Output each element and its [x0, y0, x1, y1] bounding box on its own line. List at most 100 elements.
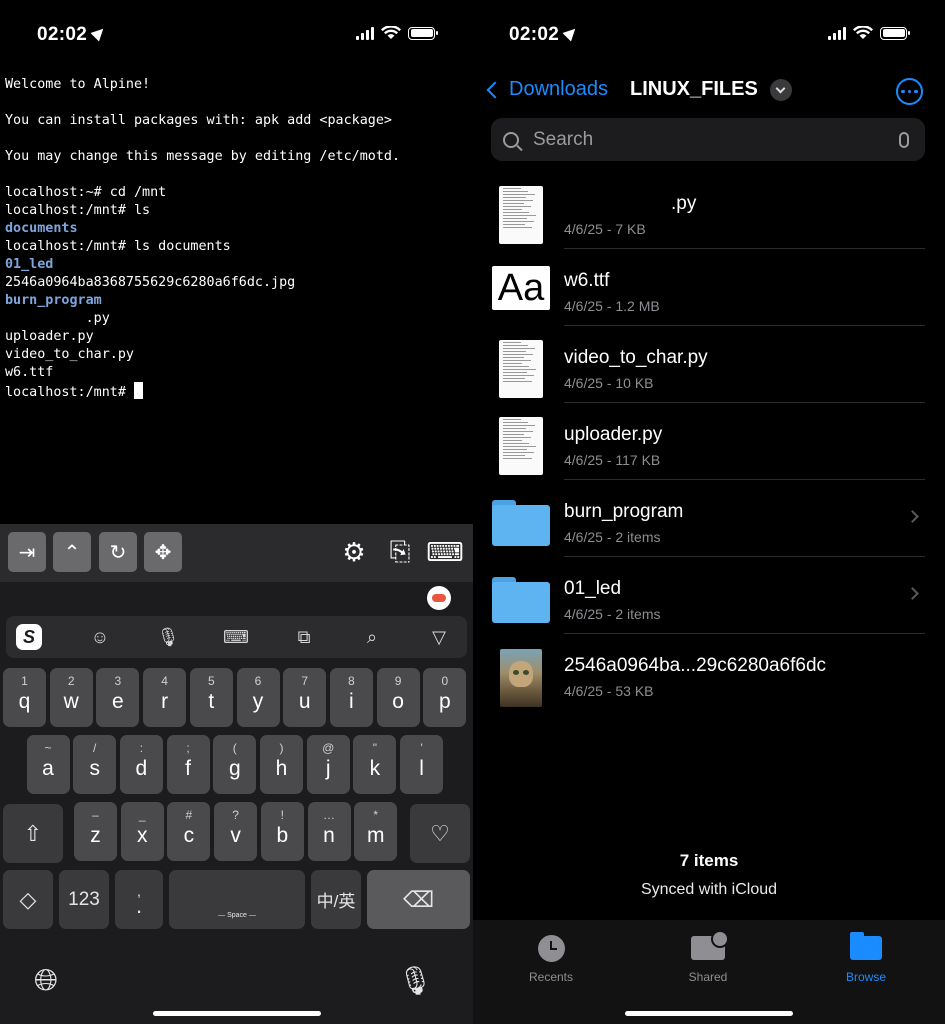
key-g[interactable]: (g	[213, 735, 257, 794]
key-secondary-label: (	[232, 741, 237, 755]
key-r[interactable]: 4r	[143, 668, 187, 727]
key-h[interactable]: ) h	[260, 735, 303, 794]
backspace-key-icon[interactable]: ⌫	[367, 870, 470, 929]
keyboard-layout-icon[interactable]: ⌨	[221, 622, 251, 652]
key-label: l	[419, 757, 424, 780]
key-secondary-label: "	[372, 741, 378, 755]
terminal-dir-line: burn_program	[5, 293, 102, 308]
key-label: k	[369, 757, 381, 780]
folder-row[interactable]: 01_led 4/6/25 - 2 items	[473, 557, 945, 634]
key-secondary-label: 2	[67, 674, 75, 688]
terminal-output[interactable]: Welcome to Alpine! You can install packag…	[5, 76, 468, 400]
terminal-extra-keys: ⇥ ⌃ ↻ ✥ ⚙ ⎘ ⌨	[0, 524, 473, 582]
microphone-icon[interactable]	[899, 131, 909, 148]
ime-mascot-icon[interactable]	[427, 586, 451, 610]
language-switch-key[interactable]: 中/英	[311, 870, 361, 929]
voice-input-icon[interactable]: 🎙︎	[153, 622, 183, 652]
file-row[interactable]: 2546a0964ba...29c6280a6f6dc 4/6/25 - 53 K…	[473, 634, 945, 711]
history-icon[interactable]: ↻	[99, 532, 137, 572]
home-indicator	[152, 1011, 321, 1016]
sogou-logo-icon[interactable]: S	[16, 624, 42, 650]
location-arrow-icon	[562, 24, 580, 42]
font-thumbnail-icon: Aa	[492, 266, 550, 310]
file-list: .py 4/6/25 - 7 KB Aa w6.ttf 4/6/25 - 1.2 MB v…	[473, 172, 945, 711]
key-label: y	[252, 690, 264, 713]
key-z[interactable]: – z	[74, 802, 117, 861]
file-row[interactable]: uploader.py 4/6/25 - 117 KB	[473, 403, 945, 480]
tab-bar: Recents Shared Browse	[473, 920, 945, 1024]
wifi-icon	[381, 26, 401, 39]
key-u[interactable]: 7u	[283, 668, 327, 727]
emoji-icon[interactable]: ☺	[85, 622, 115, 652]
space-key[interactable]: — Space —	[169, 870, 305, 929]
folder-row[interactable]: burn_program 4/6/25 - 2 items	[473, 480, 945, 557]
key-p[interactable]: 0p	[423, 668, 467, 727]
key-t[interactable]: 5t	[189, 668, 233, 727]
search-icon[interactable]: ⌕	[357, 622, 387, 652]
clipboard-icon[interactable]: ⎘	[382, 534, 418, 570]
file-meta: 4/6/25 - 2 items	[564, 606, 661, 622]
key-k[interactable]: " k	[353, 735, 397, 794]
ctrl-key-icon[interactable]: ⌃	[53, 532, 91, 572]
translate-icon[interactable]: ⧉	[289, 622, 319, 652]
diamond-key-icon[interactable]: ◇	[3, 870, 53, 929]
status-icons	[356, 26, 438, 40]
key-s[interactable]: / s	[73, 735, 117, 794]
key-secondary-label: )	[279, 741, 284, 755]
key-secondary-label: 9	[394, 674, 402, 688]
tag-key-icon[interactable]: ♡	[410, 804, 470, 863]
file-row[interactable]: Aa w6.ttf 4/6/25 - 1.2 MB	[473, 249, 945, 326]
back-button[interactable]: Downloads	[483, 78, 608, 101]
tab-browse[interactable]: Browse	[821, 932, 911, 984]
keyboard: S ☺ 🎙︎ ⌨ ⧉ ⌕ ▽ 1 q 2 w 3 e 4 r 5 t 6 y 7 u 8 i 9 o 0 p ~ a / s:…	[0, 582, 473, 1024]
move-cursor-icon[interactable]: ✥	[144, 532, 182, 572]
key-d[interactable]: :d	[119, 735, 163, 794]
key-n[interactable]: … n	[307, 802, 351, 861]
key-j[interactable]: @ j	[306, 735, 350, 794]
key-label: t	[208, 690, 215, 713]
key-q[interactable]: 1q	[3, 668, 46, 727]
key-a[interactable]: ~ a	[26, 735, 70, 794]
number-key[interactable]: 123	[59, 870, 109, 929]
terminal-prompt-line[interactable]: localhost:/mnt#	[5, 382, 468, 400]
keyboard-icon[interactable]: ⌨	[426, 534, 464, 570]
file-name: 2546a0964ba...29c6280a6f6dc	[564, 655, 827, 676]
key-x[interactable]: _ x	[120, 802, 164, 861]
key-w[interactable]: 2w	[49, 668, 93, 727]
key-label: q	[18, 690, 31, 713]
settings-icon[interactable]: ⚙	[336, 534, 372, 570]
key-secondary-label: 5	[207, 674, 215, 688]
file-row[interactable]: .py 4/6/25 - 7 KB	[473, 172, 945, 249]
folder-title-menu[interactable]: LINUX_FILES	[630, 78, 792, 101]
search-input[interactable]	[533, 128, 899, 151]
key-y[interactable]: 6y	[236, 668, 280, 727]
key-l[interactable]: ' l	[400, 735, 444, 794]
tab-shared[interactable]: Shared	[663, 930, 753, 984]
key-e[interactable]: 3e	[96, 668, 140, 727]
shift-key-icon[interactable]: ⇧	[3, 804, 63, 863]
key-i[interactable]: 8i	[329, 668, 373, 727]
key-b[interactable]: ! b	[260, 802, 304, 861]
terminal-dir-line: documents	[5, 221, 78, 236]
key-secondary-label: @	[322, 741, 335, 755]
file-row[interactable]: video_to_char.py 4/6/25 - 10 KB	[473, 326, 945, 403]
key-f[interactable]: ; f	[166, 735, 210, 794]
location-arrow-icon	[90, 24, 108, 42]
key-label: u	[298, 690, 311, 713]
key-o[interactable]: 9o	[376, 668, 420, 727]
tab-key-icon[interactable]: ⇥	[8, 532, 46, 572]
tab-recents[interactable]: Recents	[506, 932, 596, 984]
more-options-icon[interactable]	[896, 78, 923, 105]
collapse-keyboard-icon[interactable]: ▽	[424, 622, 454, 652]
key-label: o	[392, 690, 404, 713]
key-label: n	[323, 824, 335, 847]
punctuation-key[interactable]: ,.	[115, 870, 163, 929]
key-c[interactable]: # c	[167, 802, 211, 861]
dictation-mic-icon[interactable]: 🎙︎	[397, 964, 433, 997]
key-m[interactable]: * m	[354, 802, 398, 861]
key-v[interactable]: ? v	[214, 802, 258, 861]
globe-icon[interactable]: 🌐︎	[34, 964, 58, 998]
folder-summary: 7 items Synced with iCloud	[473, 851, 945, 899]
